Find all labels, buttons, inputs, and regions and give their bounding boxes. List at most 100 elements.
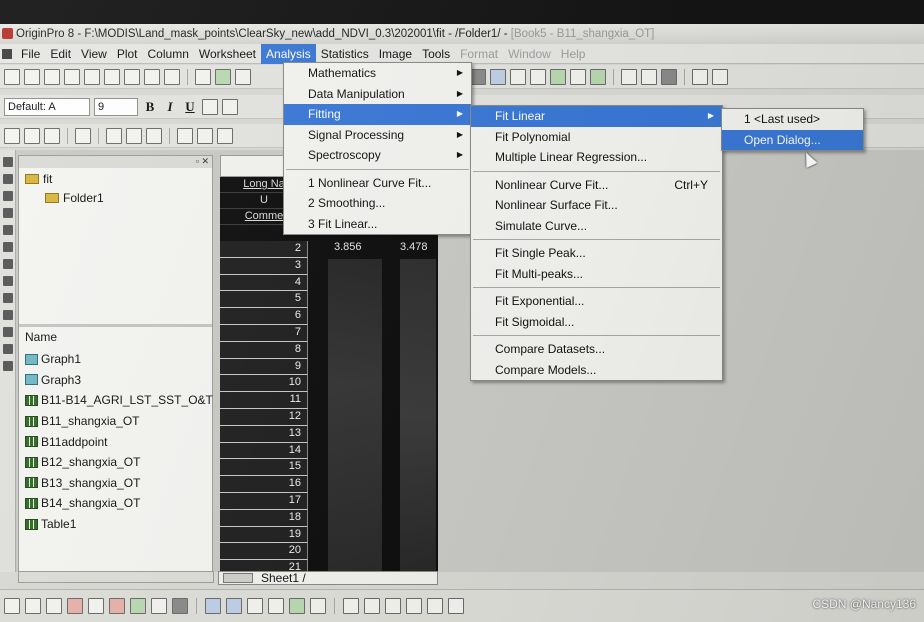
layout-1-icon[interactable] [343,598,359,614]
merge-icon[interactable] [146,127,162,144]
plot-setup-icon[interactable] [470,68,486,85]
open-icon[interactable] [195,68,211,85]
pattern-icon[interactable] [88,598,104,614]
explorer-hscrollbar[interactable] [18,571,214,583]
zoom-whole-icon[interactable] [44,127,60,144]
import-wizard-icon[interactable] [490,68,506,85]
bar-icon[interactable] [570,68,586,85]
curve-icon[interactable] [46,598,62,614]
plot-3d-icon[interactable] [205,598,221,614]
menu-item-open-dialog[interactable]: Open Dialog... [722,129,863,150]
sheet-tab[interactable]: Sheet1 / [261,571,306,585]
new-function-icon[interactable] [84,68,100,85]
zoom-in-icon[interactable] [4,127,20,144]
cell-value-a[interactable]: 3.856 [334,241,362,253]
save-icon[interactable] [235,68,251,85]
menu-analysis[interactable]: Analysis [261,43,316,64]
text-tool-icon[interactable] [3,293,13,303]
list-item[interactable]: Table1 [25,514,213,535]
data-selector-tool-icon[interactable] [3,242,13,252]
row-header[interactable]: 14 [220,442,308,460]
fill-color-icon[interactable] [130,598,146,614]
menu-help[interactable]: Help [556,44,591,64]
menu-item-fit-linear[interactable]: Fit Linear ▶ [471,106,722,127]
grid-layout-icon[interactable] [126,127,142,144]
scale-tool-icon[interactable] [3,191,13,201]
list-item[interactable]: B13_shangxia_OT [25,473,213,494]
menu-item-recent-2[interactable]: 2 Smoothing... [284,193,471,214]
line-color-icon[interactable] [67,598,83,614]
font-size-select[interactable]: 9 [94,97,138,116]
menu-item-compare-models[interactable]: Compare Models... [471,360,722,381]
new-layout-icon[interactable] [104,68,120,85]
underline-button[interactable]: U [182,99,198,115]
layer-icon[interactable] [692,68,708,85]
layout-5-icon[interactable] [427,598,443,614]
menu-view[interactable]: View [76,44,112,64]
row-header[interactable]: 15 [220,459,308,477]
cut-icon[interactable] [621,68,637,85]
menu-image[interactable]: Image [374,44,417,64]
menu-item-last-used[interactable]: 1 <Last used> [722,109,863,130]
fill-pattern-icon[interactable] [172,598,188,614]
menu-item-nonlinear-curve-fit[interactable]: Nonlinear Curve Fit... Ctrl+Y [471,175,722,196]
menu-window[interactable]: Window [503,44,556,64]
layout-2-icon[interactable] [364,598,380,614]
menu-item-recent-1[interactable]: 1 Nonlinear Curve Fit... [284,173,471,194]
bold-button[interactable]: B [142,99,158,115]
menu-item-nonlinear-surface-fit[interactable]: Nonlinear Surface Fit... [471,195,722,216]
row-header[interactable]: 17 [220,492,308,510]
row-header[interactable]: 8 [220,341,308,359]
menu-tools[interactable]: Tools [417,44,455,64]
menu-item-signal-processing[interactable]: Signal Processing ▶ [284,125,471,146]
arrow-tool-icon[interactable] [3,310,13,320]
list-item[interactable]: B11addpoint [25,431,213,452]
row-header[interactable]: 12 [220,408,308,426]
list-item[interactable]: B11_shangxia_OT [25,411,213,432]
plot-surface-icon[interactable] [226,598,242,614]
menu-item-mathematics[interactable]: Mathematics ▶ [284,63,471,84]
list-item[interactable]: B12_shangxia_OT [25,452,213,473]
tree-folder1[interactable]: Folder1 [45,191,104,205]
menu-item-fit-polynomial[interactable]: Fit Polynomial [471,127,722,148]
menu-item-simulate-curve[interactable]: Simulate Curve... [471,216,722,237]
menu-edit[interactable]: Edit [45,44,76,64]
row-header[interactable]: 3 [220,257,308,275]
layout-6-icon[interactable] [448,598,464,614]
row-header[interactable]: 20 [220,543,308,561]
zoom-out-icon[interactable] [24,127,40,144]
mdi-window-icon[interactable] [2,48,12,59]
symbol-color-icon[interactable] [109,598,125,614]
tree-root-folder[interactable]: fit [25,172,52,186]
new-excel-icon[interactable] [124,68,140,85]
row-header[interactable]: 11 [220,392,308,409]
new-matrix-icon[interactable] [64,68,80,85]
align-right-icon[interactable] [217,127,233,144]
menu-item-fit-exponential[interactable]: Fit Exponential... [471,291,722,312]
list-item[interactable]: B14_shangxia_OT [25,493,213,514]
data-reader-tool-icon[interactable] [3,225,13,235]
menu-file[interactable]: File [16,44,45,64]
row-header[interactable]: 6 [220,308,308,325]
explorer-splitter[interactable] [19,324,212,327]
cell-value-b[interactable]: 3.478 [400,241,428,253]
row-header[interactable]: 7 [220,324,308,342]
new-graph-icon[interactable] [44,68,60,85]
menu-item-multiple-linear-regression[interactable]: Multiple Linear Regression... [471,147,722,168]
new-folder-icon[interactable] [164,68,180,85]
row-header[interactable]: 18 [220,509,308,527]
align-center-icon[interactable] [197,127,213,144]
menu-item-recent-3[interactable]: 3 Fit Linear... [284,214,471,235]
row-header[interactable]: 5 [220,291,308,309]
row-header[interactable]: 19 [220,526,308,544]
list-item[interactable]: B11-B14_AGRI_LST_SST_O&T [25,390,213,411]
list-item[interactable]: Graph1 [25,349,213,370]
table-layout-icon[interactable] [106,127,122,144]
row-header[interactable]: 2 [220,241,308,258]
menu-plot[interactable]: Plot [112,44,143,64]
layout-4-icon[interactable] [406,598,422,614]
new-notes-icon[interactable] [144,68,160,85]
layout-3-icon[interactable] [385,598,401,614]
plot-wire-icon[interactable] [268,598,284,614]
menu-item-fit-single-peak[interactable]: Fit Single Peak... [471,243,722,264]
